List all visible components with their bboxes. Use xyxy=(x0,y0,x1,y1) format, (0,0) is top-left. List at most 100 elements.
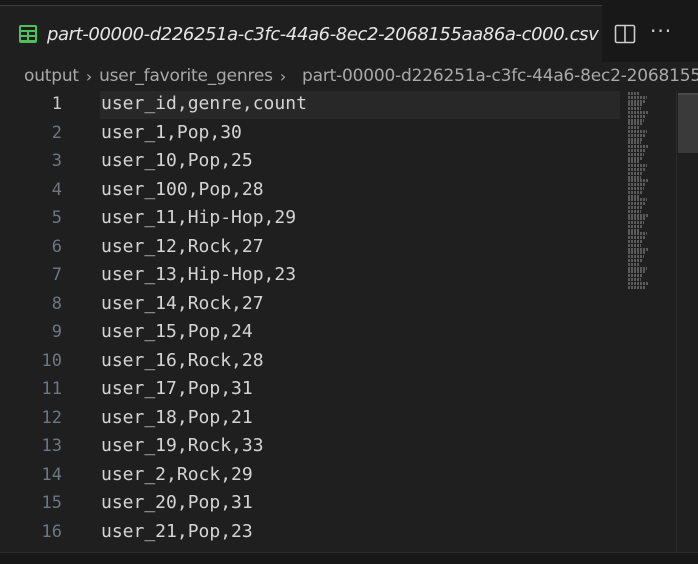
editor-area[interactable]: 1 2 3 4 5 6 7 8 9 10 11 12 13 14 15 16 user_id,genre,co… xyxy=(0,90,698,552)
chevron-right-icon: › xyxy=(279,66,287,86)
minimap-line xyxy=(628,103,643,107)
code-line[interactable]: user_2,Rock,29 xyxy=(101,461,307,490)
line-number: 12 xyxy=(41,407,62,428)
minimap-line xyxy=(628,122,642,126)
minimap-line xyxy=(628,224,642,228)
line-number: 14 xyxy=(41,464,62,485)
code-line[interactable]: user_21,Pop,23 xyxy=(101,518,307,547)
code-line[interactable]: user_16,Rock,28 xyxy=(101,347,307,376)
line-number: 5 xyxy=(51,208,62,228)
minimap-line xyxy=(628,171,643,175)
minimap-line xyxy=(628,236,645,240)
code-line[interactable]: user_14,Rock,27 xyxy=(101,290,307,319)
tab-label: part-00000-d226251a-c3fc-44a6-8ec2-20681… xyxy=(47,23,599,45)
minimap-line xyxy=(628,285,646,289)
tab-bar: part-00000-d226251a-c3fc-44a6-8ec2-20681… xyxy=(0,0,698,62)
minimap-line xyxy=(628,141,641,145)
minimap-line xyxy=(628,183,646,187)
vertical-scrollbar[interactable] xyxy=(676,90,698,552)
line-number: 15 xyxy=(41,493,62,513)
minimap-line xyxy=(628,266,647,270)
minimap-line xyxy=(628,190,642,194)
minimap-line xyxy=(628,255,644,259)
line-number: 11 xyxy=(41,379,62,399)
line-number: 9 xyxy=(51,322,62,342)
line-number: 6 xyxy=(51,236,62,257)
minimap-line xyxy=(628,213,648,217)
minimap-line xyxy=(628,221,644,225)
minimap-line xyxy=(628,148,646,152)
code-line[interactable]: user_12,Rock,27 xyxy=(101,233,307,262)
minimap-line xyxy=(628,152,644,156)
minimap-line xyxy=(628,92,640,95)
minimap-line xyxy=(628,270,645,274)
line-number: 3 xyxy=(51,151,62,171)
line-number: 4 xyxy=(51,179,62,200)
breadcrumb-item-file[interactable]: part-00000-d226251a-c3fc-44a6-8ec2-20681… xyxy=(302,66,698,86)
minimap-line xyxy=(628,156,642,160)
minimap-line xyxy=(628,164,647,168)
code-content[interactable]: user_id,genre,count user_1,Pop,30 user_10,… xyxy=(101,90,307,546)
minimap-line xyxy=(628,281,648,285)
minimap-line xyxy=(628,118,644,122)
minimap-line xyxy=(628,194,640,198)
minimap-line xyxy=(628,133,645,137)
code-line[interactable]: user_17,Pop,31 xyxy=(101,375,307,404)
minimap[interactable] xyxy=(628,92,650,292)
minimap-line xyxy=(628,160,640,164)
minimap-line xyxy=(628,107,641,111)
chevron-right-icon: › xyxy=(85,66,93,86)
line-number: 1 xyxy=(51,94,62,114)
minimap-line xyxy=(628,202,645,206)
minimap-line xyxy=(628,126,640,130)
editor-actions: ··· xyxy=(602,5,698,62)
minimap-line xyxy=(628,243,641,247)
code-line[interactable]: user_18,Pop,21 xyxy=(101,404,307,433)
minimap-line xyxy=(628,259,642,263)
minimap-line xyxy=(628,129,647,133)
editor-tab[interactable]: part-00000-d226251a-c3fc-44a6-8ec2-20681… xyxy=(0,5,602,62)
minimap-line xyxy=(628,137,643,141)
minimap-line xyxy=(628,247,648,251)
minimap-line xyxy=(628,110,648,114)
csv-table-icon xyxy=(19,25,37,43)
breadcrumb-item-output[interactable]: output xyxy=(24,66,79,86)
minimap-line xyxy=(628,99,645,103)
minimap-line xyxy=(628,114,646,118)
line-number: 7 xyxy=(51,265,62,285)
code-line[interactable]: user_19,Rock,33 xyxy=(101,432,307,461)
minimap-line xyxy=(628,240,643,244)
minimap-line xyxy=(628,145,648,149)
bottom-edge xyxy=(0,552,698,564)
line-number: 10 xyxy=(41,350,62,371)
split-editor-icon[interactable] xyxy=(614,24,636,44)
code-line[interactable]: user_10,Pop,25 xyxy=(101,147,307,176)
minimap-line xyxy=(628,217,646,221)
code-line[interactable]: user_id,genre,count xyxy=(101,90,307,119)
code-line[interactable]: user_13,Hip-Hop,23 xyxy=(101,261,307,290)
code-line[interactable]: user_20,Pop,31 xyxy=(101,489,307,518)
line-number-gutter: 1 2 3 4 5 6 7 8 9 10 11 12 13 14 15 16 xyxy=(0,90,70,546)
breadcrumb-item-folder[interactable]: user_favorite_genres xyxy=(99,66,273,86)
minimap-line xyxy=(628,167,645,171)
minimap-line xyxy=(628,95,647,99)
minimap-line xyxy=(628,179,648,183)
minimap-line xyxy=(628,209,641,213)
minimap-line xyxy=(628,228,640,232)
code-line[interactable]: user_15,Pop,24 xyxy=(101,318,307,347)
scrollbar-thumb[interactable] xyxy=(678,93,698,153)
minimap-line xyxy=(628,198,647,202)
minimap-line xyxy=(628,274,643,278)
line-number: 13 xyxy=(41,436,62,456)
code-line[interactable]: user_100,Pop,28 xyxy=(101,176,307,205)
minimap-line xyxy=(628,262,640,266)
minimap-line xyxy=(628,278,641,282)
minimap-line xyxy=(628,251,646,255)
minimap-line xyxy=(628,205,643,209)
line-number: 16 xyxy=(41,521,62,542)
code-line[interactable]: user_1,Pop,30 xyxy=(101,119,307,148)
more-actions-icon[interactable]: ··· xyxy=(650,19,672,43)
minimap-line xyxy=(628,232,647,236)
code-line[interactable]: user_11,Hip-Hop,29 xyxy=(101,204,307,233)
line-number: 2 xyxy=(51,122,62,143)
